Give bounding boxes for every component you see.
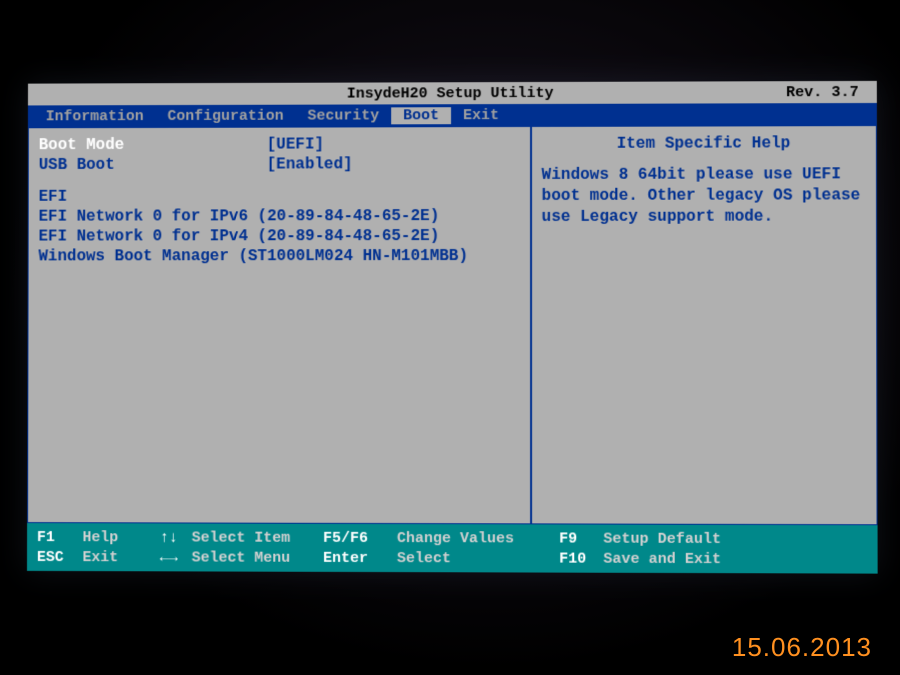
photo-timestamp: 15.06.2013: [732, 632, 872, 663]
key-updown: ↑↓: [160, 529, 192, 546]
menu-exit[interactable]: Exit: [451, 107, 511, 124]
menu-configuration[interactable]: Configuration: [156, 107, 296, 124]
efi-section-label: EFI: [39, 187, 520, 206]
boot-mode-value: [UEFI]: [267, 135, 324, 153]
key-esc: ESC: [37, 549, 83, 566]
key-f5f6: F5/F6: [323, 529, 397, 546]
usb-boot-label: USB Boot: [39, 156, 267, 174]
key-f1: F1: [37, 529, 83, 546]
key-leftright: ←→: [160, 549, 192, 566]
setting-usb-boot[interactable]: USB Boot [Enabled]: [39, 155, 520, 174]
footer-bar: F1 Help ↑↓ Select Item F5/F6 Change Valu…: [27, 523, 878, 574]
menu-boot[interactable]: Boot: [391, 107, 451, 124]
title-bar: InsydeH20 Setup Utility Rev. 3.7: [28, 81, 877, 106]
help-title: Item Specific Help: [542, 134, 866, 153]
bios-screen: InsydeH20 Setup Utility Rev. 3.7 Informa…: [27, 81, 878, 574]
desc-change-values: Change Values: [397, 530, 559, 547]
key-f9: F9: [559, 530, 603, 547]
desc-setup-default: Setup Default: [603, 530, 721, 547]
settings-pane: Boot Mode [UEFI] USB Boot [Enabled] EFI …: [27, 126, 531, 524]
usb-boot-value: [Enabled]: [267, 155, 353, 173]
desc-exit: Exit: [82, 549, 159, 566]
menu-bar: Information Configuration Security Boot …: [28, 103, 877, 127]
desc-select-menu: Select Menu: [192, 549, 323, 566]
footer-row-2: ESC Exit ←→ Select Menu Enter Select F10…: [37, 547, 868, 570]
help-text: Windows 8 64bit please use UEFI boot mod…: [542, 164, 866, 227]
boot-entry-winboot[interactable]: Windows Boot Manager (ST1000LM024 HN-M10…: [38, 247, 519, 265]
boot-entry-ipv6[interactable]: EFI Network 0 for IPv6 (20-89-84-48-65-2…: [39, 207, 520, 226]
desc-select-item: Select Item: [192, 529, 323, 546]
help-pane: Item Specific Help Windows 8 64bit pleas…: [531, 125, 878, 525]
boot-mode-label: Boot Mode: [39, 136, 267, 154]
bios-revision: Rev. 3.7: [786, 83, 859, 100]
desc-select: Select: [397, 550, 559, 568]
key-f10: F10: [559, 550, 603, 567]
desc-help: Help: [82, 529, 159, 546]
desc-save-exit: Save and Exit: [603, 550, 721, 567]
content-area: Boot Mode [UEFI] USB Boot [Enabled] EFI …: [27, 125, 877, 525]
menu-information[interactable]: Information: [34, 108, 156, 125]
menu-security[interactable]: Security: [296, 107, 392, 124]
setting-boot-mode[interactable]: Boot Mode [UEFI]: [39, 135, 520, 154]
bios-title: InsydeH20 Setup Utility: [347, 84, 554, 102]
key-enter: Enter: [323, 549, 397, 566]
footer-row-1: F1 Help ↑↓ Select Item F5/F6 Change Valu…: [37, 527, 868, 549]
boot-entry-ipv4[interactable]: EFI Network 0 for IPv4 (20-89-84-48-65-2…: [39, 227, 520, 246]
